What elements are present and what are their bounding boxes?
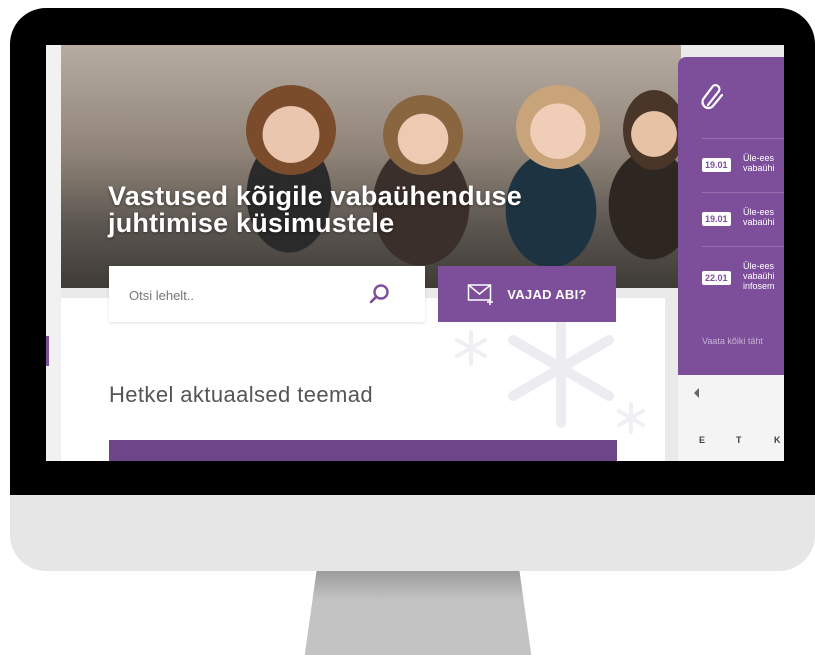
event-item[interactable]: 22.01 Üle-ees vabaühi infosem xyxy=(702,246,784,309)
calendar-day-header: K xyxy=(774,435,781,445)
event-title-line: Üle-ees xyxy=(743,261,775,271)
hero-person-2 xyxy=(383,95,463,175)
event-item[interactable]: 19.01 Üle-ees vabaühi xyxy=(702,192,784,245)
event-date-badge: 19.01 xyxy=(702,212,731,226)
event-date-badge: 22.01 xyxy=(702,271,731,285)
search-icon[interactable] xyxy=(368,283,390,305)
screen: Vastused kõigile vabaühenduse juhtimise … xyxy=(46,45,784,461)
hero-person-4 xyxy=(623,90,685,170)
content-card: Hetkel aktuaalsed teemad xyxy=(61,298,665,461)
hero-title-line-2: juhtimise küsimustele xyxy=(108,208,395,238)
event-date-badge: 19.01 xyxy=(702,158,731,172)
search-input[interactable] xyxy=(127,283,361,307)
calendar-day-header: T xyxy=(736,435,742,445)
calendar-prev-icon[interactable] xyxy=(694,388,699,398)
hero-banner: Vastused kõigile vabaühenduse juhtimise … xyxy=(61,45,685,288)
snowflake-decoration xyxy=(455,308,645,434)
event-title-line: vabaühi xyxy=(743,163,775,173)
left-edge-marker xyxy=(46,336,49,366)
hero-title: Vastused kõigile vabaühenduse juhtimise … xyxy=(108,183,568,237)
monitor-chin xyxy=(10,495,815,571)
paperclip-icon xyxy=(701,84,724,110)
section-title: Hetkel aktuaalsed teemad xyxy=(109,382,373,407)
mail-plus-icon xyxy=(467,284,494,305)
monitor-stand xyxy=(304,571,532,655)
help-button[interactable]: VAJAD ABI? xyxy=(438,266,616,322)
help-button-label: VAJAD ABI? xyxy=(507,286,587,302)
event-title-line: vabaühi xyxy=(743,217,775,227)
left-edge-strip xyxy=(46,45,61,461)
event-item[interactable]: 19.01 Üle-ees vabaühi xyxy=(702,138,784,191)
see-all-events-link[interactable]: Vaata kõiki täht xyxy=(702,336,763,346)
search-box xyxy=(109,266,425,322)
event-title-line: Üle-ees xyxy=(743,153,775,163)
event-title-line: Üle-ees xyxy=(743,207,775,217)
event-title-line: infosem xyxy=(743,281,775,291)
hero-title-line-1: Vastused kõigile vabaühenduse xyxy=(108,181,522,211)
events-panel: 19.01 Üle-ees vabaühi 19.01 Üle-ees vaba… xyxy=(678,57,784,375)
hero-person-3 xyxy=(516,85,600,169)
calendar: E T K xyxy=(678,375,784,461)
event-title-line: vabaühi xyxy=(743,271,775,281)
topic-card[interactable] xyxy=(109,440,617,461)
calendar-day-header: E xyxy=(699,435,706,445)
hero-person-1 xyxy=(246,85,336,175)
